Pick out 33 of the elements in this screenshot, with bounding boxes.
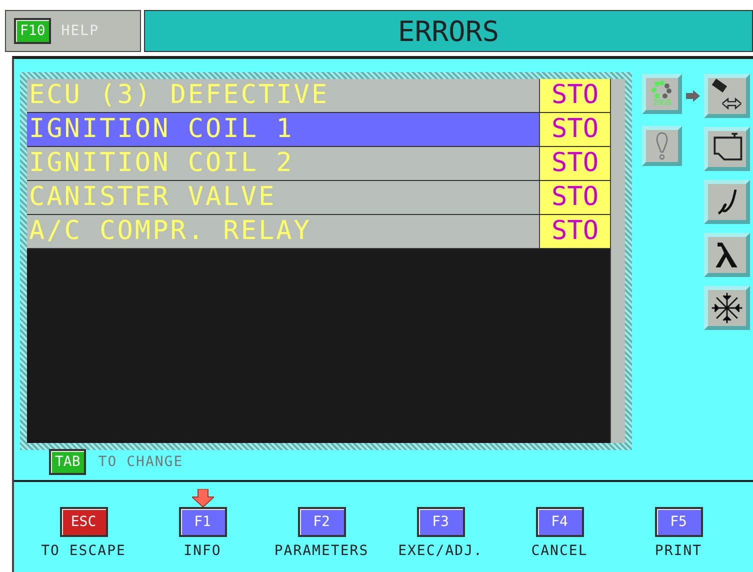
- function-key[interactable]: F2: [298, 507, 346, 537]
- function-key[interactable]: ESC: [60, 507, 108, 537]
- function-label: INFO: [184, 543, 222, 559]
- function-label: EXEC/ADJ.: [398, 543, 483, 559]
- function-label: CANCEL: [531, 543, 588, 559]
- tab-hint: TO CHANGE: [98, 454, 184, 470]
- error-status: STO: [540, 147, 610, 180]
- error-status: STO: [540, 215, 610, 248]
- function-label: PRINT: [654, 543, 702, 559]
- arrow-icon: [686, 90, 700, 102]
- warning-button[interactable]: [642, 126, 682, 166]
- error-status: STO: [540, 181, 610, 214]
- tab-key[interactable]: TAB: [49, 448, 86, 474]
- chip-button[interactable]: [704, 74, 750, 118]
- function-key[interactable]: F4: [536, 507, 584, 537]
- help-key[interactable]: F10: [14, 18, 52, 44]
- sensor-button[interactable]: [704, 180, 750, 224]
- snowflake-button[interactable]: [704, 286, 750, 330]
- function-key[interactable]: F1: [178, 507, 226, 537]
- help-label: HELP: [61, 23, 100, 39]
- scrollbar[interactable]: [610, 79, 625, 443]
- error-description[interactable]: IGNITION COIL 1: [27, 113, 540, 146]
- error-status: STO: [540, 113, 610, 146]
- bulb-icon: [654, 131, 670, 161]
- error-status: STO: [540, 79, 610, 112]
- function-key[interactable]: F5: [654, 507, 702, 537]
- status-code: 2908: [653, 99, 671, 107]
- function-label: TO ESCAPE: [41, 543, 126, 559]
- function-label: PARAMETERS: [274, 543, 369, 559]
- engine-button[interactable]: [704, 127, 750, 171]
- function-key[interactable]: F3: [416, 507, 464, 537]
- lambda-button[interactable]: [704, 233, 750, 277]
- window-title: ERRORS: [144, 10, 753, 52]
